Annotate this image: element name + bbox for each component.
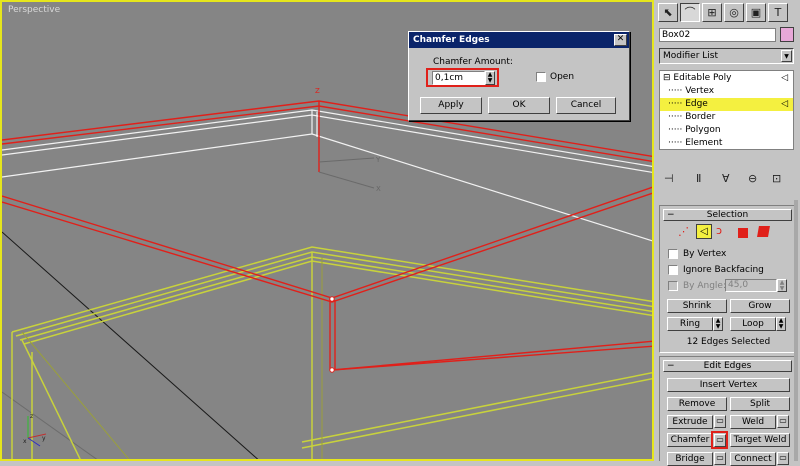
chamfer-amount-label: Chamfer Amount: <box>433 57 513 67</box>
target-weld-button[interactable]: Target Weld <box>730 433 790 447</box>
stack-item-polygon[interactable]: ····· Polygon <box>660 124 793 137</box>
selection-rollout-header[interactable]: − Selection <box>663 209 792 221</box>
chamfer-settings-icon[interactable]: ▭ <box>714 434 726 447</box>
dialog-titlebar[interactable]: Chamfer Edges ✕ <box>409 32 629 48</box>
ok-button[interactable]: OK <box>488 97 550 114</box>
modifier-list-dropdown[interactable]: Modifier List ▼ <box>659 48 794 64</box>
configure-sets-icon[interactable]: ⊡ <box>772 172 781 185</box>
ring-button[interactable]: Ring <box>667 317 713 331</box>
svg-text:Z: Z <box>315 87 320 95</box>
chamfer-button[interactable]: Chamfer <box>667 433 713 447</box>
stack-item-label: Vertex <box>685 86 715 96</box>
apply-button[interactable]: Apply <box>420 97 482 114</box>
modifier-list-label: Modifier List <box>663 51 718 61</box>
extrude-button[interactable]: Extrude <box>667 415 713 429</box>
connect-button[interactable]: Connect <box>730 452 776 466</box>
bridge-button[interactable]: Bridge <box>667 452 713 466</box>
connect-settings-icon[interactable]: ▭ <box>777 452 789 465</box>
polygon-mode-icon[interactable] <box>738 228 748 238</box>
tree-line: ····· <box>668 125 683 135</box>
svg-text:z: z <box>30 413 33 420</box>
by-angle-checkbox[interactable] <box>668 281 678 291</box>
svg-text:Y: Y <box>375 156 381 164</box>
cancel-button[interactable]: Cancel <box>556 97 616 114</box>
stack-item-label: Border <box>685 112 716 122</box>
edit-edges-rollout-header[interactable]: − Edit Edges <box>663 360 792 372</box>
modify-tab-icon[interactable]: ⌒ <box>680 3 700 22</box>
angle-input[interactable]: 45,0 <box>725 279 777 292</box>
pin-stack-icon[interactable]: ⊣ <box>664 172 674 185</box>
by-angle-label: By Angle: <box>683 281 727 291</box>
loop-button[interactable]: Loop <box>730 317 776 331</box>
edge-mode-icon: ◁ <box>781 73 788 83</box>
object-name-field[interactable]: Box02 <box>659 28 776 42</box>
split-button[interactable]: Split <box>730 397 790 411</box>
ring-spinner[interactable]: ▲ ▼ <box>713 317 723 331</box>
stack-item-edge[interactable]: ····· Edge ◁ <box>660 98 793 111</box>
edge-mode-icon[interactable]: ◁ <box>696 224 712 239</box>
collapse-icon[interactable]: − <box>667 210 675 220</box>
stack-item-vertex[interactable]: ····· Vertex <box>660 85 793 98</box>
selection-rollout: − Selection ⋰ ◁ ↄ By Vertex Ignore Backf… <box>659 205 796 353</box>
stack-item-label: Editable Poly <box>673 73 732 83</box>
edge-icon: ◁ <box>781 99 788 109</box>
svg-text:x: x <box>23 438 27 445</box>
angle-spinner[interactable]: ▲ ▼ <box>777 279 787 292</box>
object-color-swatch[interactable] <box>780 27 794 42</box>
stack-item-label: Polygon <box>685 125 721 135</box>
collapse-icon[interactable]: − <box>667 361 675 371</box>
close-icon[interactable]: ✕ <box>614 34 627 46</box>
rollout-title: Edit Edges <box>703 361 752 371</box>
stack-item-label: Element <box>685 138 723 148</box>
tree-line: ····· <box>668 138 683 148</box>
chamfer-amount-input[interactable]: 0,1cm <box>432 71 485 85</box>
collapse-icon[interactable]: ⊟ <box>663 73 671 83</box>
edit-edges-rollout: − Edit Edges Insert Vertex Remove Split … <box>659 356 796 466</box>
border-mode-icon[interactable]: ↄ <box>716 224 722 237</box>
ignore-backfacing-checkbox[interactable] <box>668 265 678 275</box>
make-unique-icon[interactable]: ∀ <box>722 172 730 185</box>
stack-item-editable-poly[interactable]: ⊟ Editable Poly ◁ <box>660 72 793 85</box>
stack-item-element[interactable]: ····· Element <box>660 137 793 150</box>
bridge-settings-icon[interactable]: ▭ <box>714 452 726 465</box>
vertex-mode-icon[interactable]: ⋰ <box>678 225 689 238</box>
by-vertex-label: By Vertex <box>683 249 727 259</box>
show-end-result-icon[interactable]: Ⅱ <box>696 172 701 185</box>
selection-status: 12 Edges Selected <box>686 337 771 347</box>
display-tab-icon[interactable]: ▣ <box>746 3 766 22</box>
chamfer-amount-spinner[interactable]: ▲ ▼ <box>485 71 495 85</box>
create-tab-icon[interactable]: ⬉ <box>658 3 678 22</box>
element-mode-icon[interactable] <box>757 226 770 237</box>
chevron-down-icon[interactable]: ▼ <box>781 50 792 62</box>
modifier-stack: ⊟ Editable Poly ◁ ····· Vertex ····· Edg… <box>659 70 794 150</box>
svg-text:X: X <box>376 185 381 193</box>
tree-line: ····· <box>668 86 683 96</box>
weld-settings-icon[interactable]: ▭ <box>777 415 789 428</box>
weld-button[interactable]: Weld <box>730 415 776 429</box>
tree-line: ····· <box>668 99 683 109</box>
remove-modifier-icon[interactable]: ⊖ <box>748 172 757 185</box>
grow-button[interactable]: Grow <box>730 299 790 313</box>
command-panel: ⬉ ⌒ ⊞ ◎ ▣ T Box02 Modifier List ▼ ⊟ Edit… <box>654 0 800 466</box>
chamfer-edges-dialog: Chamfer Edges ✕ Chamfer Amount: 0,1cm ▲ ▼… <box>408 31 630 121</box>
loop-spinner[interactable]: ▲ ▼ <box>776 317 786 331</box>
svg-text:y: y <box>42 435 46 442</box>
shrink-button[interactable]: Shrink <box>667 299 727 313</box>
remove-button[interactable]: Remove <box>667 397 727 411</box>
hierarchy-tab-icon[interactable]: ⊞ <box>702 3 722 22</box>
rollout-title: Selection <box>706 210 749 220</box>
stack-item-border[interactable]: ····· Border <box>660 111 793 124</box>
motion-tab-icon[interactable]: ◎ <box>724 3 744 22</box>
panel-scrollbar[interactable] <box>794 200 798 461</box>
open-checkbox[interactable] <box>536 72 546 82</box>
extrude-settings-icon[interactable]: ▭ <box>714 415 726 428</box>
utilities-tab-icon[interactable]: T <box>768 3 788 22</box>
dialog-title: Chamfer Edges <box>413 35 490 45</box>
open-label: Open <box>550 72 575 82</box>
ignore-backfacing-label: Ignore Backfacing <box>683 265 764 275</box>
by-vertex-checkbox[interactable] <box>668 249 678 259</box>
stack-item-label: Edge <box>685 99 708 109</box>
insert-vertex-button[interactable]: Insert Vertex <box>667 378 790 392</box>
tree-line: ····· <box>668 112 683 122</box>
